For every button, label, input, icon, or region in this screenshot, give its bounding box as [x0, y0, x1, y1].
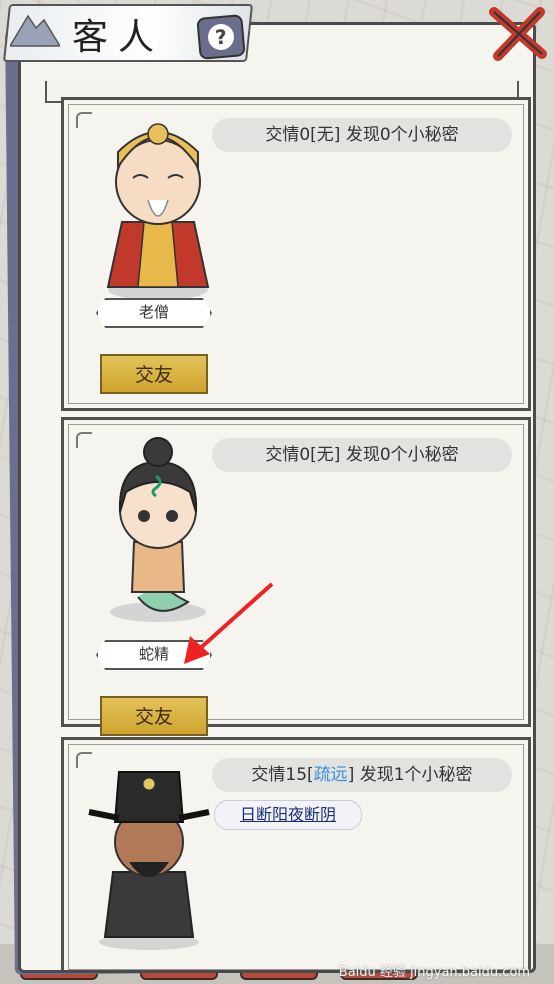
help-button[interactable]: ?	[196, 14, 246, 60]
judge-portrait	[88, 771, 210, 950]
red-arrow-annotation-icon	[184, 582, 274, 664]
secret-tag[interactable]: 日断阳夜断阴	[214, 800, 362, 830]
guest-card-old-monk: 交情0[无] 发现0个小秘密 老僧 交友	[61, 97, 531, 411]
intimacy-text: 交情0[无]	[265, 125, 341, 145]
guest-card-snake-spirit: 交情0[无] 发现0个小秘密 蛇精 交友	[61, 417, 531, 736]
befriend-button[interactable]: 交友	[100, 354, 208, 394]
intimacy-info: 交情0[无] 发现0个小秘密	[212, 438, 512, 472]
befriend-button[interactable]: 交友	[100, 696, 208, 736]
old-monk-portrait	[106, 123, 210, 300]
close-button[interactable]	[486, 2, 550, 66]
intimacy-info: 交情0[无] 发现0个小秘密	[212, 118, 512, 152]
intimacy-info: 交情15[疏远] 发现1个小秘密	[212, 758, 512, 792]
intimacy-text: 交情0[无]	[265, 445, 341, 465]
mountain-logo-icon	[10, 14, 60, 47]
question-icon: ?	[206, 22, 236, 52]
secrets-text: 发现1个小秘密	[359, 765, 473, 785]
intimacy-suffix: ]	[347, 765, 355, 785]
guest-card-judge: 交情15[疏远] 发现1个小秘密 日断阳夜断阴	[61, 737, 531, 970]
secrets-text: 发现0个小秘密	[345, 445, 459, 465]
secrets-text: 发现0个小秘密	[345, 125, 459, 145]
watermark: Baidu 经验 jingyan.baidu.com	[338, 965, 530, 980]
page-title: 客人	[72, 17, 165, 58]
guest-name-tag: 老僧	[96, 298, 212, 328]
intimacy-prefix: 交情15[	[251, 765, 314, 785]
relation-level: 疏远	[313, 765, 348, 785]
guest-panel: 交情0[无] 发现0个小秘密 老僧 交友 交情0[无] 发现0个小秘密 蛇精 交…	[18, 22, 536, 973]
